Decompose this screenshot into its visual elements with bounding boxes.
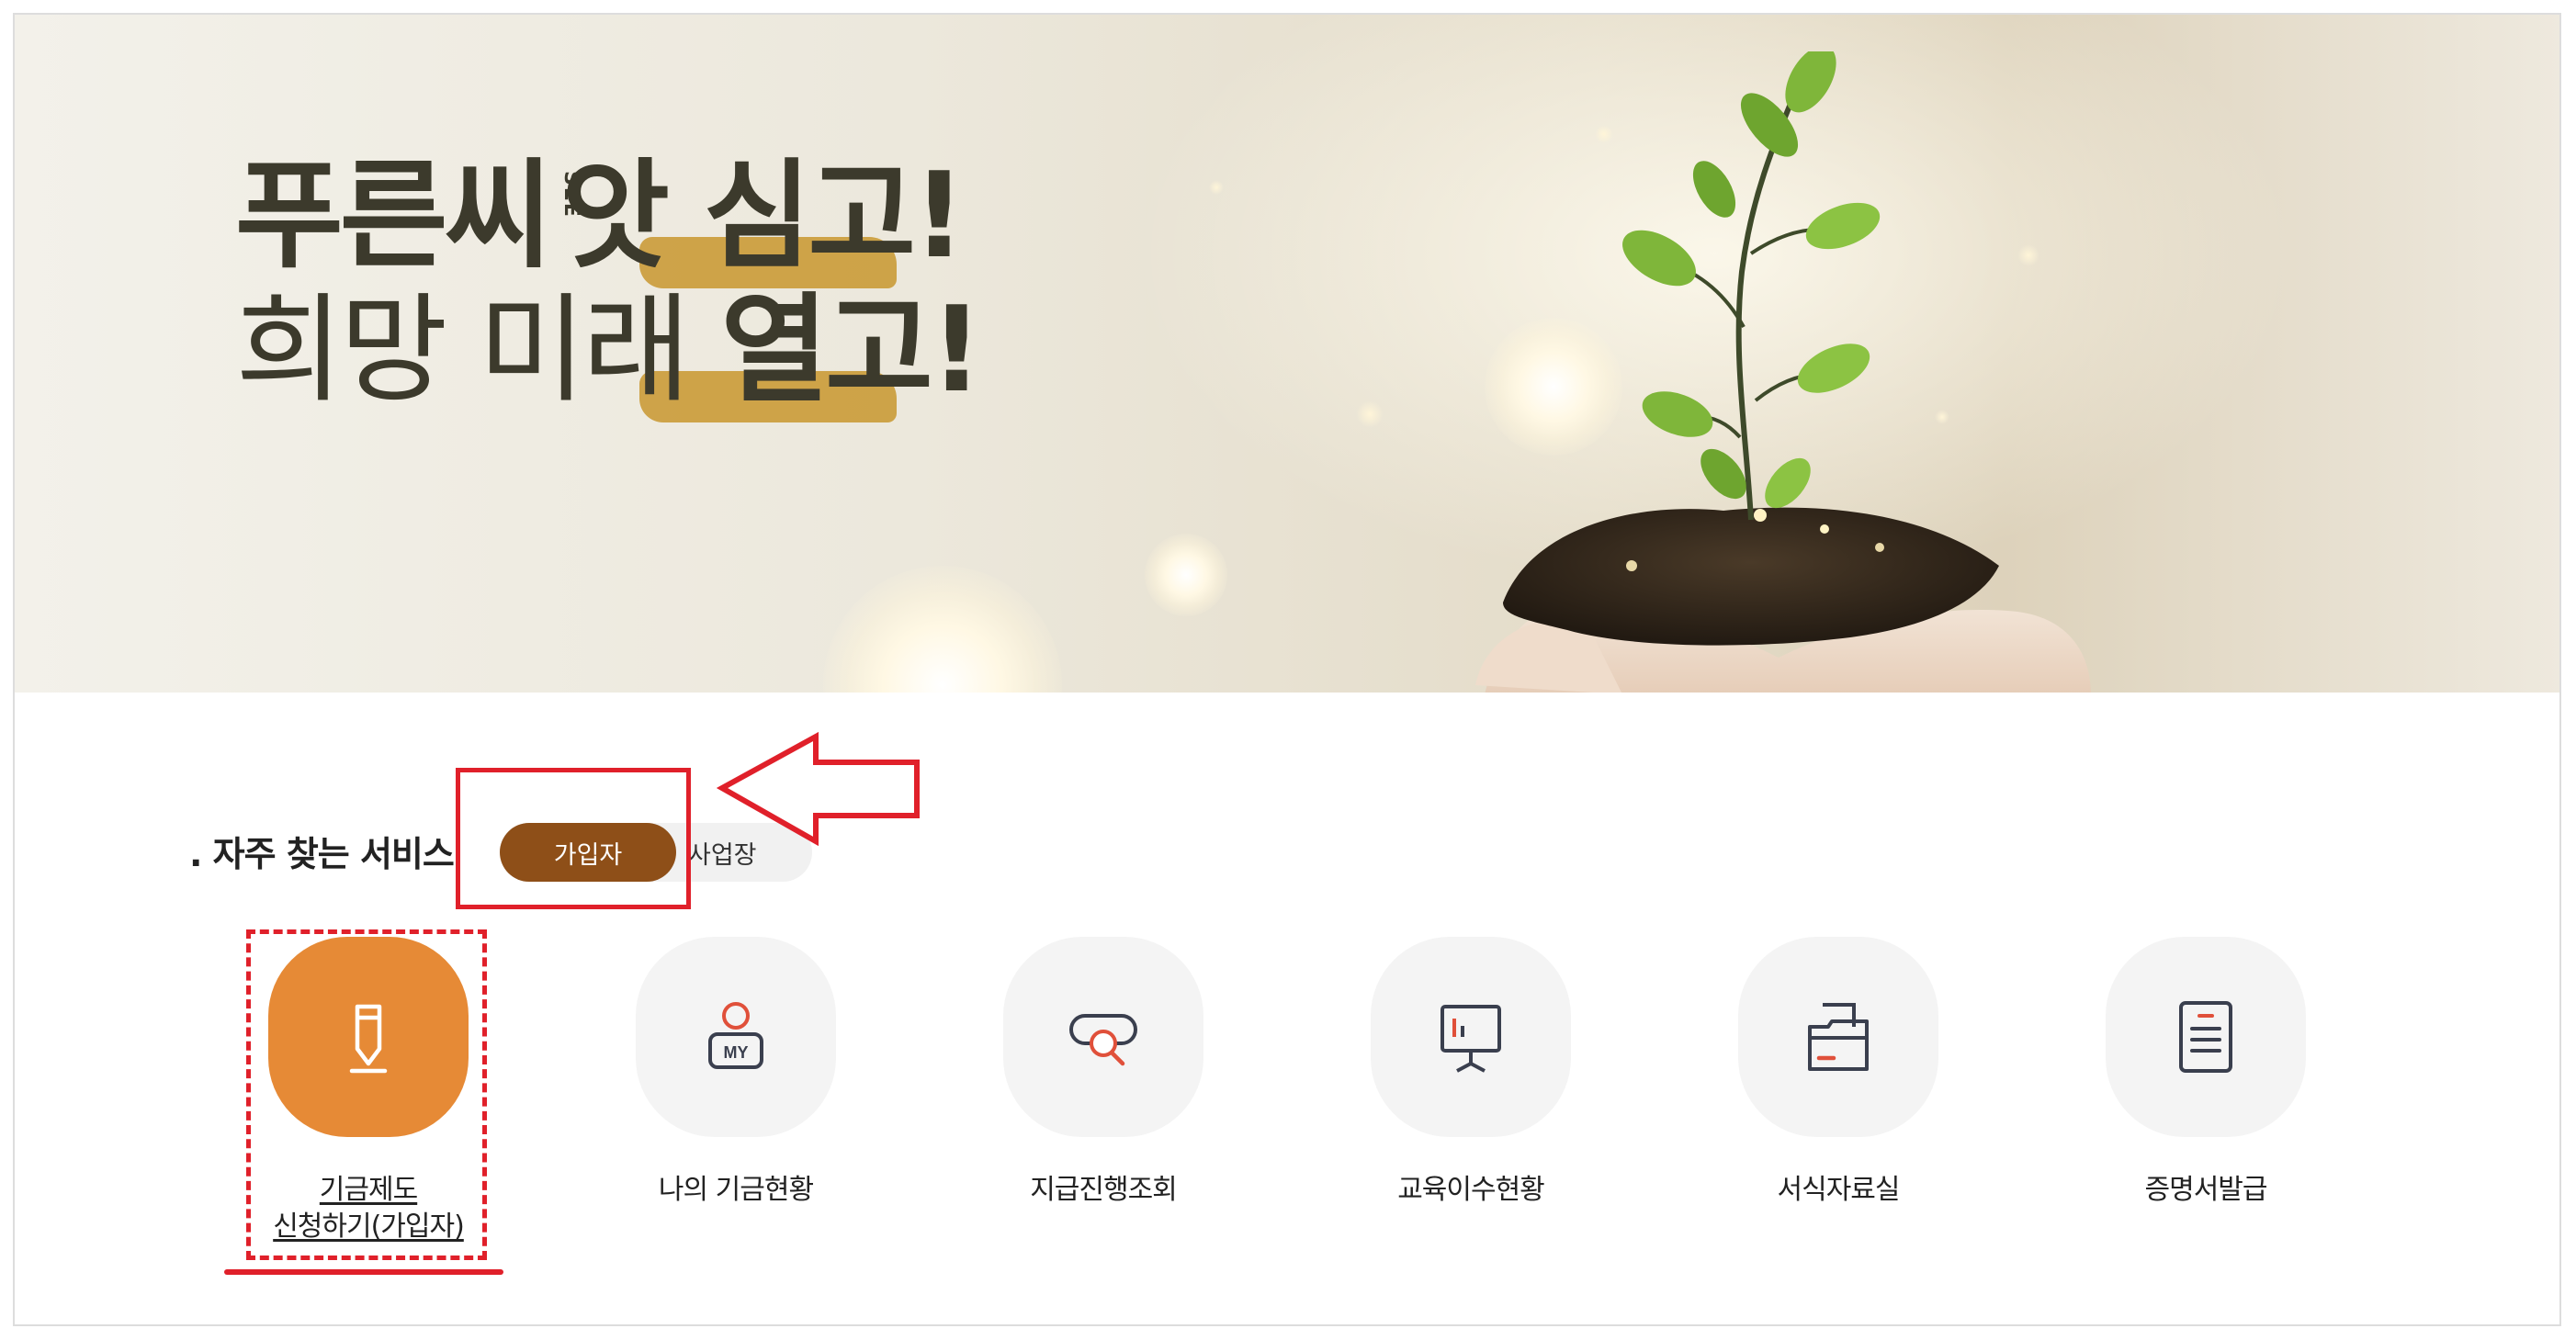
service-payment-inquiry[interactable]: 지급진행조회 bbox=[956, 937, 1250, 1209]
service-education-status[interactable]: 교육이수현황 bbox=[1324, 937, 1618, 1209]
headline-line-1: 푸른씨 SEE 앗 심고! bbox=[235, 152, 979, 288]
service-icon-circle bbox=[2106, 937, 2306, 1137]
service-label: 서식자료실 bbox=[1777, 1174, 1901, 1206]
main-card: 푸른씨 SEE 앗 심고! 희망 미래 열고! . 자주 찾는 서비스 가입자 … bbox=[13, 13, 2561, 1326]
annotation-underline bbox=[224, 1269, 503, 1275]
my-profile-icon: MY bbox=[708, 1002, 763, 1069]
service-icon-circle bbox=[1371, 937, 1571, 1137]
headline-line-2: 희망 미래 열고! bbox=[235, 287, 983, 422]
service-icon-circle: MY bbox=[636, 937, 836, 1137]
light-orb bbox=[1145, 534, 1227, 616]
service-fund-application[interactable]: 기금제도 신청하기(가입자) bbox=[221, 937, 515, 1245]
service-label: 지급진행조회 bbox=[1030, 1174, 1178, 1206]
service-form-library[interactable]: 서식자료실 bbox=[1691, 937, 1985, 1209]
service-label: 기금제도 신청하기(가입자) bbox=[221, 1172, 515, 1245]
service-my-fund-status[interactable]: MY 나의 기금현황 bbox=[589, 937, 883, 1209]
headline-text: 희망 미래 bbox=[235, 282, 721, 419]
sparkle bbox=[1209, 180, 1224, 195]
annotation-arrow-icon bbox=[716, 731, 920, 847]
headline-text: 앗 심고! bbox=[561, 148, 966, 285]
service-certificate-issue[interactable]: 증명서발급 bbox=[2059, 937, 2353, 1209]
sprout-in-hands-illustration bbox=[1475, 51, 2091, 693]
folder-icon bbox=[1808, 1003, 1869, 1071]
annotation-highlight-box bbox=[456, 768, 691, 909]
svg-text:MY: MY bbox=[724, 1043, 749, 1062]
service-icon-circle bbox=[1738, 937, 1938, 1137]
section-title: . 자주 찾는 서비스 bbox=[189, 833, 455, 874]
headline-text: 푸른씨 bbox=[235, 148, 552, 285]
light-orb bbox=[823, 566, 1062, 693]
service-label: 증명서발급 bbox=[2144, 1174, 2268, 1206]
presentation-board-icon bbox=[1441, 1005, 1501, 1073]
frequent-services-header: . 자주 찾는 서비스 bbox=[189, 823, 455, 878]
service-label: 교육이수현황 bbox=[1397, 1174, 1545, 1206]
headline-text: 열고! bbox=[720, 282, 983, 419]
document-icon bbox=[2179, 1001, 2232, 1073]
search-progress-icon bbox=[1069, 1014, 1137, 1066]
service-icon-circle bbox=[1003, 937, 1203, 1137]
hero-banner: 푸른씨 SEE 앗 심고! 희망 미래 열고! bbox=[15, 15, 2559, 693]
banner-headline: 푸른씨 SEE 앗 심고! 희망 미래 열고! bbox=[235, 152, 983, 422]
service-label-line: 기금제도 bbox=[319, 1174, 418, 1206]
sparkle bbox=[1356, 400, 1384, 428]
service-icon-circle bbox=[268, 937, 469, 1137]
service-label-line: 신청하기(가입자) bbox=[273, 1211, 465, 1243]
service-label: 나의 기금현황 bbox=[658, 1174, 814, 1206]
pencil-icon bbox=[349, 1004, 388, 1074]
